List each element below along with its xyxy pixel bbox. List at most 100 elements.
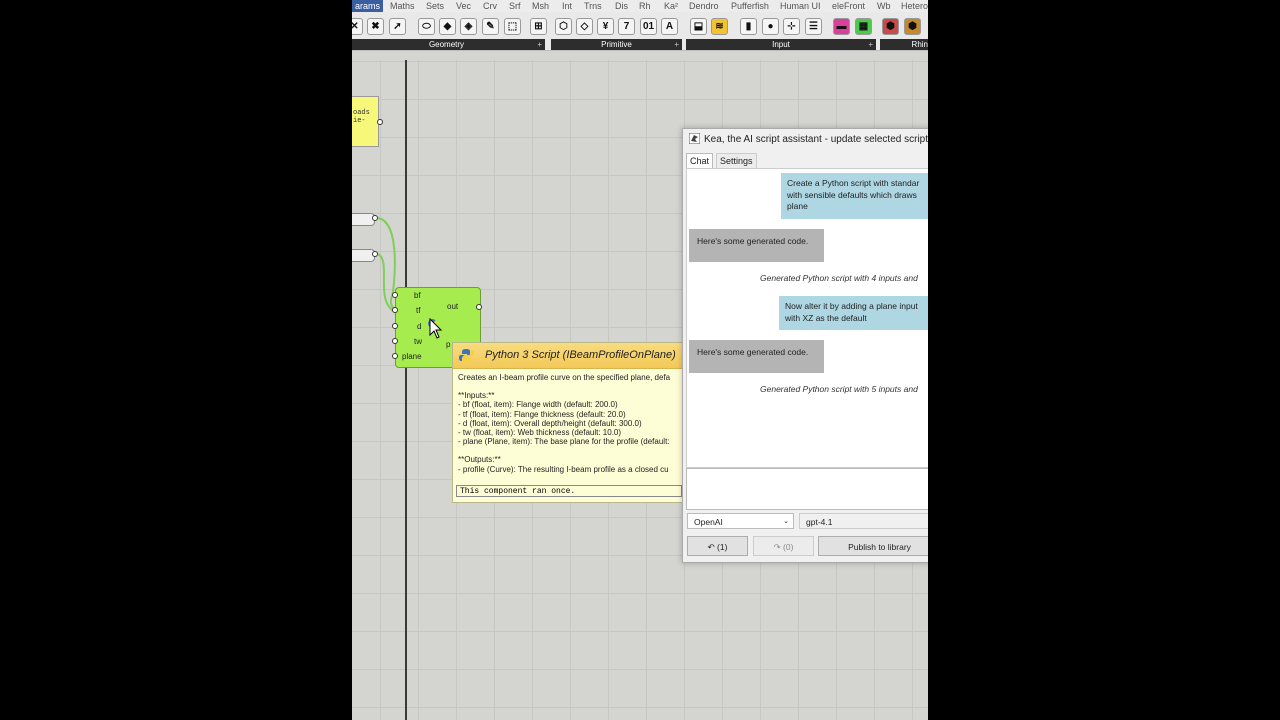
dialog-title: Kea, the AI script assistant - update se… (704, 134, 928, 145)
input-d: d (417, 322, 422, 331)
tab-msh[interactable]: Msh (532, 0, 549, 12)
canvas-divider (405, 60, 407, 720)
kea-dialog: Kea, the AI script assistant - update se… (682, 128, 928, 563)
tab-trns[interactable]: Trns (584, 0, 602, 12)
rhino-icon-1[interactable]: ⬢ (882, 18, 899, 35)
geometry-icon-1[interactable]: ✕ (352, 18, 363, 35)
group-rhino-label: Rhin (911, 40, 928, 49)
tooltip-input-line: - tw (float, item): Web thickness (defau… (458, 428, 622, 438)
chevron-down-icon: ⌄ (783, 518, 789, 525)
provider-value: OpenAI (694, 517, 723, 527)
system-message: Generated Python script with 4 inputs an… (760, 273, 918, 283)
primitive-icon-3[interactable]: ¥ (597, 18, 614, 35)
publish-button[interactable]: Publish to library (818, 536, 928, 556)
tooltip-input-line: - plane (Plane, item): The base plane fo… (458, 437, 670, 447)
expand-icon[interactable]: + (674, 39, 679, 50)
geometry-icon-6[interactable]: ◈ (460, 18, 477, 35)
geometry-icon-5[interactable]: ◆ (439, 18, 456, 35)
panel-text-2: ie- (353, 117, 366, 125)
component-tooltip: Python 3 Script (IBeamProfileOnPlane) Cr… (452, 342, 686, 503)
tab-wb[interactable]: Wb (877, 0, 891, 12)
tab-human-ui[interactable]: Human UI (780, 0, 821, 12)
panel-text-1: oads (353, 109, 370, 117)
provider-select[interactable]: OpenAI ⌄ (687, 513, 794, 529)
input-grip-tf[interactable] (392, 307, 398, 313)
prompt-input[interactable] (686, 468, 928, 510)
tab-dis[interactable]: Dis (615, 0, 628, 12)
tab-params[interactable]: arams (352, 0, 384, 12)
kea-bird-icon (689, 133, 700, 144)
tooltip-output-line: - profile (Curve): The resulting I-beam … (458, 464, 669, 474)
input-icon-4[interactable]: ● (762, 18, 779, 35)
ellipse-icon[interactable]: ⬭ (418, 18, 435, 35)
expand-icon[interactable]: + (868, 39, 873, 50)
input-icon-5[interactable]: ⊹ (783, 18, 800, 35)
tab-chat[interactable]: Chat (686, 153, 714, 169)
user-message: Create a Python script with standar with… (781, 173, 928, 219)
python-logo-icon (459, 349, 474, 362)
tab-rh[interactable]: Rh (639, 0, 651, 12)
geometry-icon-8[interactable]: ⬚ (504, 18, 521, 35)
primitive-icon-6[interactable]: A (661, 18, 678, 35)
tab-crv[interactable]: Crv (483, 0, 497, 12)
tooltip-description: Creates an I-beam profile curve on the s… (458, 373, 671, 382)
input-tw: tw (414, 337, 422, 346)
matrix-icon[interactable]: ▦ (855, 18, 872, 35)
model-select[interactable]: gpt-4.1 (799, 513, 928, 529)
user-message: Now alter it by adding a plane input wit… (779, 296, 928, 330)
group-input[interactable]: Input + (686, 39, 876, 50)
panel-output-grip[interactable] (377, 119, 383, 125)
chat-history[interactable]: Create a Python script with standar with… (686, 168, 928, 468)
tab-int[interactable]: Int (562, 0, 572, 12)
assistant-message: Here's some generated code. (689, 229, 824, 262)
group-geometry-label: Geometry (428, 40, 465, 49)
tab-maths[interactable]: Maths (390, 0, 415, 12)
assistant-message: Here's some generated code. (689, 340, 824, 373)
output-out: out (447, 302, 459, 311)
input-icon-6[interactable]: ☰ (805, 18, 822, 35)
tooltip-input-line: - d (float, item): Overall depth/height … (458, 418, 642, 428)
expand-icon[interactable]: + (537, 39, 542, 50)
input-grip-d[interactable] (392, 323, 398, 329)
redo-button[interactable]: ↷ (0) (753, 536, 814, 556)
tab-elefront[interactable]: eleFront (832, 0, 865, 12)
group-geometry[interactable]: Geometry + (352, 39, 545, 50)
input-icon-1[interactable]: ⬓ (690, 18, 707, 35)
primitive-icon-5[interactable]: 01 (640, 18, 657, 35)
tab-pufferfish[interactable]: Pufferfish (731, 0, 769, 12)
undo-button[interactable]: ↶ (1) (687, 536, 748, 556)
input-grip-plane[interactable] (392, 353, 398, 359)
tab-srf[interactable]: Srf (509, 0, 521, 12)
geometry-icon-3[interactable]: ➚ (389, 18, 406, 35)
tooltip-input-line: - bf (float, item): Flange width (defaul… (458, 400, 618, 410)
input-plane: plane (402, 352, 422, 361)
slider-1-grip[interactable] (372, 215, 378, 221)
geometry-icon-2[interactable]: ✖ (367, 18, 384, 35)
rhino-icon-2[interactable]: ⬢ (904, 18, 921, 35)
tab-sets[interactable]: Sets (426, 0, 444, 12)
tab-vec[interactable]: Vec (456, 0, 471, 12)
slider-2-grip[interactable] (372, 251, 378, 257)
geometry-icon-9[interactable]: ⊞ (530, 18, 547, 35)
graph-icon[interactable]: ≋ (711, 18, 728, 35)
input-grip-bf[interactable] (392, 292, 398, 298)
tab-dendro[interactable]: Dendro (689, 0, 719, 12)
geometry-icon-7[interactable]: ✎ (482, 18, 499, 35)
group-rhino[interactable]: Rhin (880, 39, 928, 50)
gradient-icon[interactable]: ▬ (833, 18, 850, 35)
system-message: Generated Python script with 5 inputs an… (760, 384, 918, 394)
group-primitive[interactable]: Primitive + (551, 39, 682, 50)
tab-hetero[interactable]: Hetero (901, 0, 928, 12)
tooltip-status: This component ran once. (456, 485, 682, 497)
tab-ka2[interactable]: Ka² (664, 0, 678, 12)
input-grip-tw[interactable] (392, 338, 398, 344)
input-icon-3[interactable]: ▮ (740, 18, 757, 35)
grasshopper-window: arams Maths Sets Vec Crv Srf Msh Int Trn… (352, 0, 928, 720)
output-grip-out[interactable] (476, 304, 482, 310)
output-profile: p (446, 340, 451, 349)
yellow-panel[interactable]: oads ie- (352, 96, 379, 147)
primitive-icon-4[interactable]: 7 (618, 18, 635, 35)
input-tf: tf (416, 306, 421, 315)
primitive-icon-2[interactable]: ◇ (576, 18, 593, 35)
hexagon-icon[interactable]: ⬡ (555, 18, 572, 35)
